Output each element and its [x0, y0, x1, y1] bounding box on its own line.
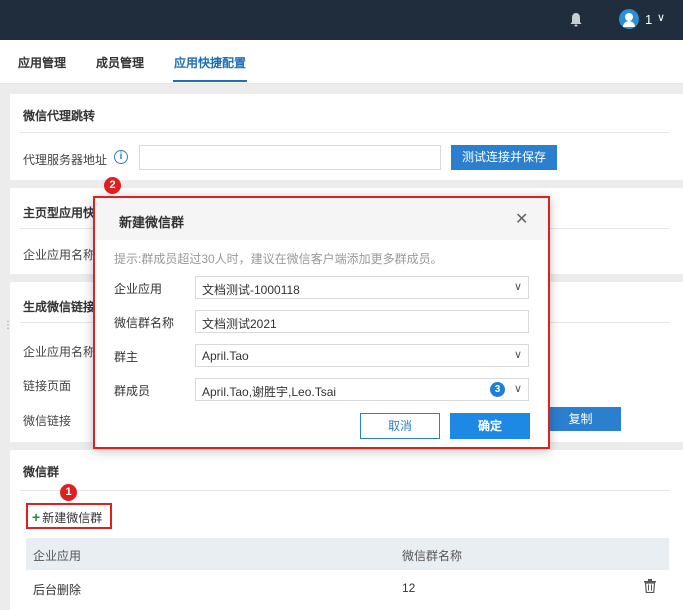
- column-header-app: 企业应用: [33, 549, 82, 563]
- table-row[interactable]: 后台删除 12: [26, 570, 669, 604]
- chevron-down-icon: ∨: [513, 383, 522, 395]
- group-name-input[interactable]: 文档测试2021: [195, 310, 529, 333]
- user-count: 1: [645, 12, 653, 27]
- user-avatar-icon[interactable]: [619, 9, 639, 29]
- members-select-value: April.Tao,谢胜宇,Leo.Tsai: [202, 385, 337, 399]
- proxy-server-input[interactable]: [139, 145, 441, 170]
- confirm-button[interactable]: 确定: [450, 413, 530, 439]
- callout-badge-1: 1: [60, 484, 77, 501]
- owner-label: 群主: [114, 350, 139, 364]
- members-select[interactable]: April.Tao,谢胜宇,Leo.Tsai 3 ∨: [195, 378, 529, 401]
- app-select[interactable]: 文档测试-1000118 ∨: [195, 276, 529, 299]
- drag-handle-icon[interactable]: ⋮: [3, 320, 13, 331]
- plus-icon: +: [32, 509, 41, 525]
- test-connection-save-button[interactable]: 测试连接并保存: [451, 145, 557, 170]
- link-page-label: 链接页面: [23, 379, 72, 393]
- group-name-value: 文档测试2021: [202, 317, 277, 331]
- chevron-down-icon: ∨: [513, 281, 522, 293]
- chevron-down-icon[interactable]: ∨: [657, 11, 665, 24]
- dialog-header: 新建微信群 ✕: [95, 198, 548, 240]
- dialog-title: 新建微信群: [119, 215, 185, 230]
- group-name-label: 微信群名称: [114, 316, 175, 330]
- app-select-value: 文档测试-1000118: [202, 283, 300, 297]
- wechat-group-title: 微信群: [23, 465, 60, 479]
- wechat-link-label: 微信链接: [23, 414, 72, 428]
- owner-select[interactable]: April.Tao ∨: [195, 344, 529, 367]
- tab-app-quick-config[interactable]: 应用快捷配置: [174, 54, 246, 71]
- chevron-down-icon: ∨: [513, 349, 522, 361]
- proxy-section-title: 微信代理跳转: [23, 109, 96, 123]
- row-group-name-cell: 12: [402, 581, 416, 595]
- dialog-hint: 提示:群成员超过30人时，建议在微信客户端添加更多群成员。: [114, 252, 443, 266]
- proxy-section: 微信代理跳转 代理服务器地址 i 测试连接并保存: [10, 94, 683, 180]
- active-tab-indicator: [173, 80, 247, 82]
- bell-icon[interactable]: [569, 12, 583, 28]
- new-wechat-group-label: 新建微信群: [42, 511, 103, 525]
- proxy-server-label: 代理服务器地址: [23, 153, 108, 167]
- info-icon[interactable]: i: [114, 150, 128, 164]
- callout-badge-2: 2: [104, 177, 121, 194]
- app-field-label: 企业应用: [114, 282, 163, 296]
- tab-app-management[interactable]: 应用管理: [18, 54, 66, 71]
- group-table-header: 企业应用 微信群名称: [26, 538, 669, 570]
- new-wechat-group-dialog: 新建微信群 ✕ 提示:群成员超过30人时，建议在微信客户端添加更多群成员。 企业…: [93, 196, 550, 449]
- divider: [20, 490, 670, 491]
- new-wechat-group-button[interactable]: + 新建微信群: [26, 503, 112, 529]
- divider: [20, 132, 670, 133]
- link-app-name-label: 企业应用名称: [23, 345, 96, 359]
- homepage-app-name-label: 企业应用名称: [23, 248, 96, 262]
- column-header-group-name: 微信群名称: [402, 549, 463, 563]
- row-app-cell: 后台删除: [33, 583, 82, 597]
- link-section-title: 生成微信链接: [23, 300, 96, 314]
- close-icon[interactable]: ✕: [515, 209, 528, 229]
- owner-select-value: April.Tao: [202, 349, 249, 363]
- callout-badge-3: 3: [490, 382, 505, 397]
- trash-icon[interactable]: [644, 579, 656, 593]
- copy-button[interactable]: 复制: [540, 407, 621, 431]
- cancel-button[interactable]: 取消: [360, 413, 440, 439]
- members-label: 群成员: [114, 384, 151, 398]
- homepage-section-title: 主页型应用快: [23, 206, 96, 220]
- top-bar: 1 ∨: [0, 0, 683, 40]
- tab-bar: 应用管理 成员管理 应用快捷配置: [0, 40, 683, 84]
- tab-member-management[interactable]: 成员管理: [96, 54, 144, 71]
